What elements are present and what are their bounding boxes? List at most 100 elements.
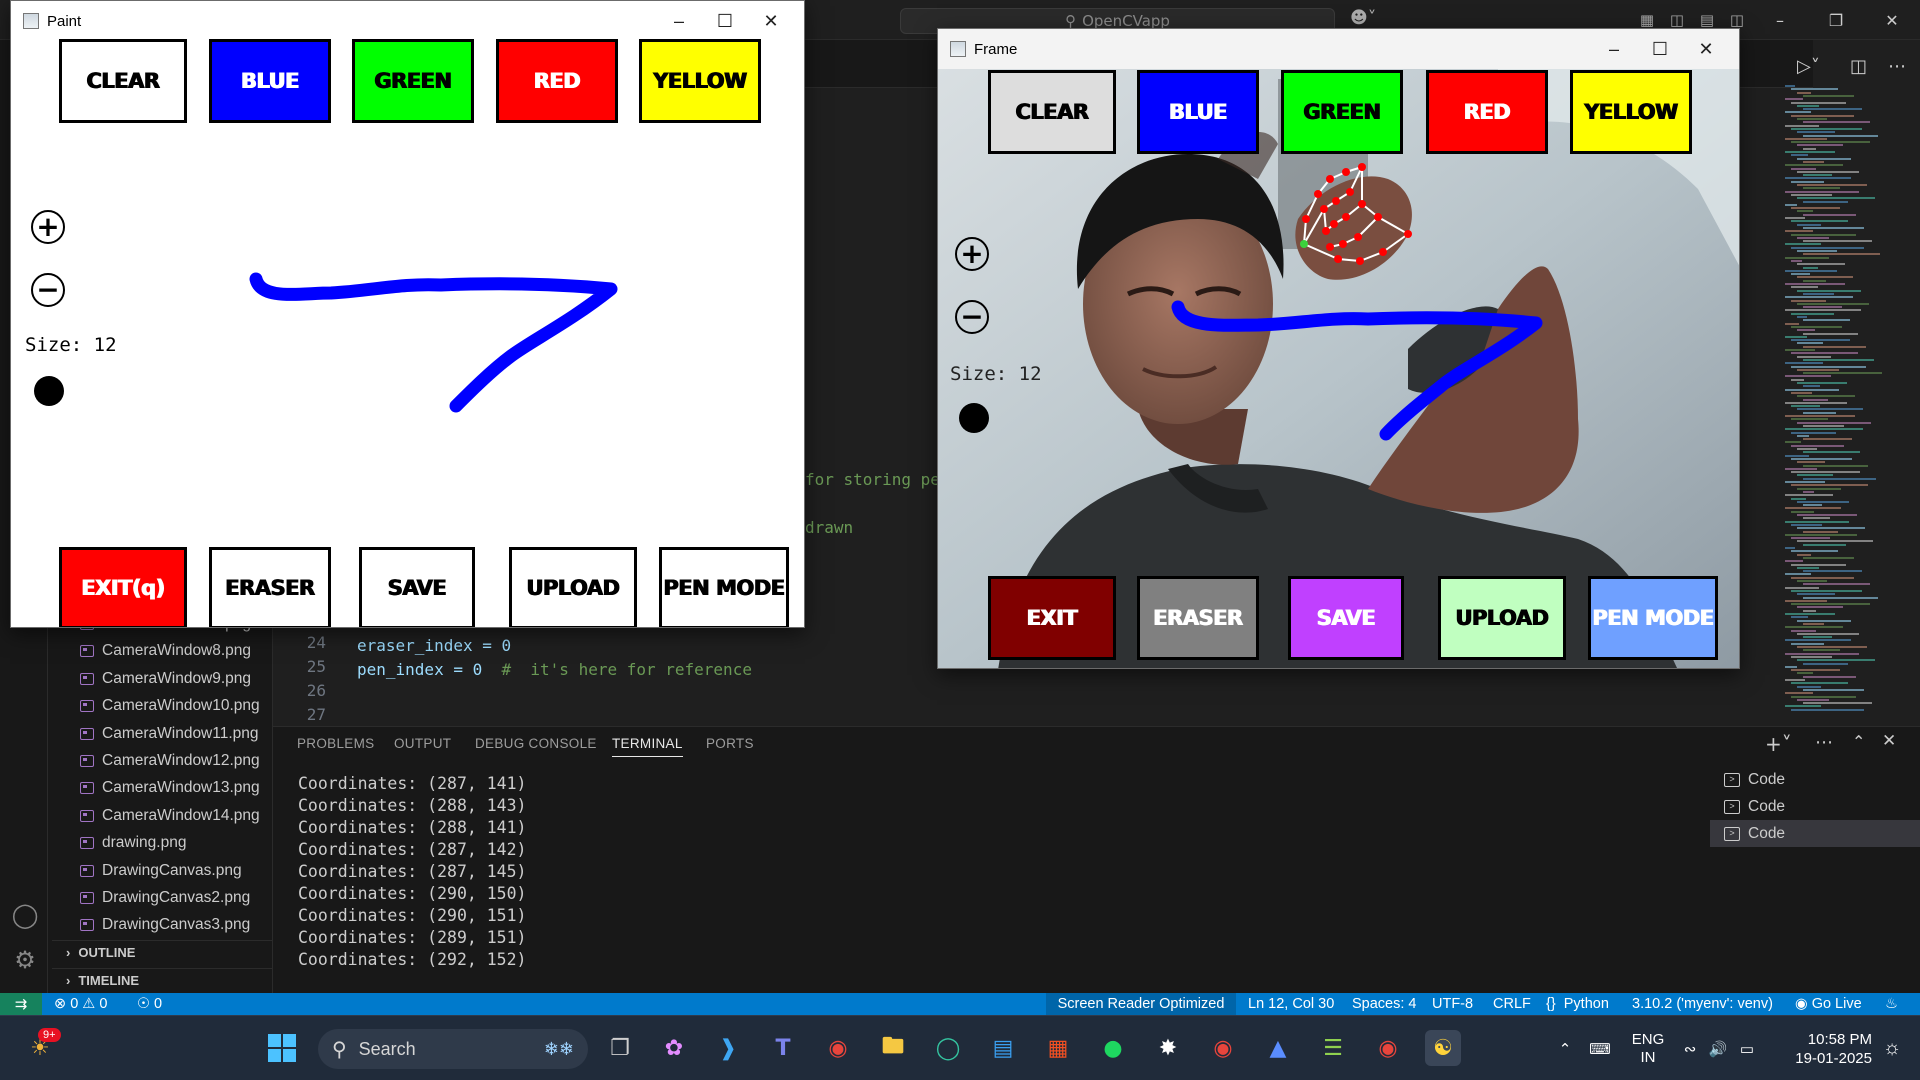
- terminal-instance[interactable]: > Code: [1710, 820, 1920, 847]
- save-button[interactable]: SAVE: [1288, 576, 1404, 660]
- file-item[interactable]: DrawingCanvas.png: [80, 860, 242, 882]
- minimap-line: [1803, 556, 1854, 559]
- minimap-line: [1803, 688, 1864, 691]
- file-item[interactable]: CameraWindow13.png: [80, 777, 260, 799]
- edge-icon[interactable]: ◯: [930, 1030, 966, 1066]
- notification-center-icon[interactable]: ☼: [1872, 1037, 1912, 1060]
- account-icon[interactable]: ◯: [10, 900, 40, 930]
- terminal-instance[interactable]: > Code: [1710, 766, 1920, 793]
- panel-tab-debug-console[interactable]: DEBUG CONSOLE: [475, 736, 597, 751]
- spotify-icon[interactable]: ●: [1095, 1030, 1131, 1066]
- file-item[interactable]: DrawingCanvas3.png: [80, 914, 250, 936]
- panel-tab-terminal[interactable]: TERMINAL: [612, 736, 683, 757]
- keyboard-icon[interactable]: ⌨: [1580, 1040, 1620, 1058]
- app-icon[interactable]: ☰: [1315, 1030, 1351, 1066]
- settings-gear-icon[interactable]: ⚙: [10, 945, 40, 975]
- minimap-line: [1797, 408, 1863, 411]
- close-panel-icon[interactable]: ✕: [1882, 731, 1896, 751]
- minimap-line: [1791, 457, 1852, 460]
- minimap[interactable]: [1785, 85, 1905, 725]
- vscode-icon[interactable]: ❱: [710, 1030, 746, 1066]
- file-item[interactable]: drawing.png: [80, 832, 186, 854]
- close-icon[interactable]: ✕: [1683, 29, 1729, 69]
- file-item[interactable]: CameraWindow11.png: [80, 723, 259, 745]
- file-item[interactable]: CameraWindow9.png: [80, 668, 251, 690]
- problems-status[interactable]: ⊗ 0 ⚠ 0: [54, 993, 107, 1015]
- more-icon[interactable]: ⋯: [1815, 732, 1833, 753]
- file-item[interactable]: CameraWindow10.png: [80, 695, 260, 717]
- maximize-icon[interactable]: ☐: [1637, 29, 1683, 69]
- minimize-icon[interactable]: –: [1752, 0, 1808, 40]
- clock[interactable]: 10:58 PM 19-01-2025: [1762, 1030, 1872, 1068]
- start-button[interactable]: [264, 1030, 300, 1066]
- chrome-icon[interactable]: ◉: [1205, 1030, 1241, 1066]
- timeline-section[interactable]: › TIMELINE: [52, 968, 273, 992]
- file-name: CameraWindow12.png: [102, 752, 260, 769]
- remote-icon[interactable]: ⇉: [0, 993, 42, 1015]
- language-mode[interactable]: {} Python: [1546, 993, 1609, 1015]
- run-python-icon[interactable]: ▷˅: [1797, 56, 1820, 77]
- encoding[interactable]: UTF-8: [1432, 993, 1473, 1015]
- exit-button[interactable]: EXIT: [988, 576, 1116, 660]
- zoom-out-button[interactable]: −: [955, 300, 989, 334]
- restore-icon[interactable]: ❐: [1808, 0, 1864, 40]
- notification-badge: 9+: [38, 1028, 61, 1042]
- yellow-button[interactable]: YELLOW: [1570, 70, 1692, 154]
- new-terminal-icon[interactable]: +˅: [1765, 732, 1792, 756]
- minimap-line: [1797, 250, 1837, 252]
- screen-reader-status[interactable]: Screen Reader Optimized: [1046, 993, 1236, 1015]
- blue-button[interactable]: BLUE: [1137, 70, 1259, 154]
- panel-tab-output[interactable]: OUTPUT: [394, 736, 451, 751]
- cursor-position[interactable]: Ln 12, Col 30: [1248, 993, 1334, 1015]
- python-icon[interactable]: ☯: [1425, 1030, 1461, 1066]
- language-indicator[interactable]: ENG IN: [1620, 1031, 1676, 1067]
- notepad-icon[interactable]: ▤: [985, 1030, 1021, 1066]
- file-explorer-icon[interactable]: 🖿: [875, 1030, 911, 1066]
- python-interpreter[interactable]: 3.10.2 ('myenv': venv): [1632, 993, 1773, 1015]
- panel-tab-problems[interactable]: PROBLEMS: [297, 736, 374, 751]
- go-live[interactable]: ◉ Go Live: [1795, 993, 1862, 1015]
- teams-icon[interactable]: T: [765, 1030, 801, 1066]
- notifications-bell-icon[interactable]: ♨: [1885, 993, 1898, 1015]
- indentation[interactable]: Spaces: 4: [1352, 993, 1417, 1015]
- chatgpt-icon[interactable]: ✸: [1150, 1030, 1186, 1066]
- pen-mode-button[interactable]: PEN MODE: [1588, 576, 1718, 660]
- minimap-line: [1791, 233, 1856, 236]
- eraser-button[interactable]: ERASER: [1137, 576, 1259, 660]
- maximize-panel-icon[interactable]: ⌃: [1852, 732, 1865, 751]
- battery-icon[interactable]: ▭: [1732, 1040, 1762, 1058]
- copilot-icon[interactable]: ☻˅: [1350, 8, 1376, 28]
- split-editor-icon[interactable]: ◫: [1850, 56, 1867, 77]
- file-item[interactable]: DrawingCanvas2.png: [80, 887, 250, 909]
- red-button[interactable]: RED: [1426, 70, 1548, 154]
- line-endings[interactable]: CRLF: [1493, 993, 1531, 1015]
- chevron-up-icon[interactable]: ⌃: [1550, 1040, 1580, 1058]
- wifi-icon[interactable]: ∾: [1676, 1040, 1704, 1058]
- zoom-in-button[interactable]: +: [955, 237, 989, 271]
- minimize-icon[interactable]: –: [1591, 29, 1637, 69]
- store-icon[interactable]: ▦: [1040, 1030, 1076, 1066]
- copilot-icon[interactable]: ✿: [656, 1030, 692, 1066]
- minimap-line: [1791, 141, 1870, 144]
- task-view-icon[interactable]: ❐: [602, 1030, 638, 1066]
- more-actions-icon[interactable]: ⋯: [1888, 56, 1906, 77]
- hand-landmark-point: [1326, 175, 1334, 183]
- panel-tab-ports[interactable]: PORTS: [706, 736, 754, 751]
- close-icon[interactable]: ✕: [1864, 0, 1920, 40]
- green-button[interactable]: GREEN: [1281, 70, 1403, 154]
- ports-status[interactable]: ☉ 0: [137, 993, 162, 1015]
- app-icon[interactable]: ▲: [1260, 1030, 1296, 1066]
- file-item[interactable]: CameraWindow12.png: [80, 750, 260, 772]
- upload-button[interactable]: UPLOAD: [1438, 576, 1566, 660]
- file-item[interactable]: CameraWindow8.png: [80, 640, 251, 662]
- volume-icon[interactable]: 🔊: [1704, 1040, 1732, 1058]
- taskbar-search[interactable]: ⚲ Search ❄❄: [318, 1029, 588, 1069]
- terminal-instance[interactable]: > Code: [1710, 793, 1920, 820]
- chrome-icon[interactable]: ◉: [820, 1030, 856, 1066]
- paint-canvas[interactable]: [11, 1, 805, 628]
- minimap-line: [1791, 352, 1858, 355]
- outline-section[interactable]: › OUTLINE: [52, 940, 273, 964]
- file-item[interactable]: CameraWindow14.png: [80, 805, 260, 827]
- chrome-icon[interactable]: ◉: [1370, 1030, 1406, 1066]
- clear-button[interactable]: CLEAR: [988, 70, 1116, 154]
